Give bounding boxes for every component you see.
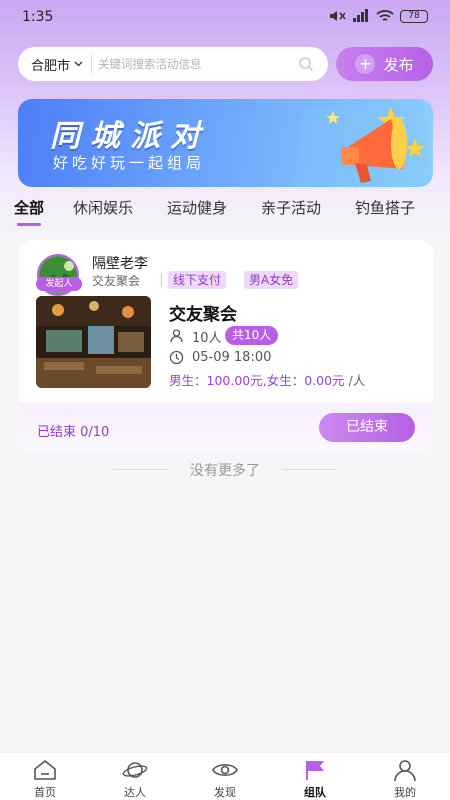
city-selector[interactable]: 合肥市	[18, 55, 83, 74]
status-time: 1:35	[22, 9, 54, 25]
nav-team-label: 组队	[304, 786, 326, 799]
event-price: 男生：100.00元,女生：0.00元 /人	[169, 370, 365, 389]
people-count: 10人	[192, 331, 222, 346]
battery-indicator: 78	[400, 9, 428, 23]
publish-button[interactable]: + 发布	[336, 47, 433, 81]
category-tabs: 全部 休闲娱乐 运动健身 亲子活动 钓鱼搭子	[0, 195, 450, 227]
chevron-down-icon	[74, 61, 83, 67]
city-label: 合肥市	[31, 58, 71, 74]
total-capacity-badge: 共10人	[225, 326, 279, 345]
bottom-nav: 首页 达人 发现 组队 我的	[0, 752, 450, 800]
price-value: 男生：100.00元,女生：0.00元	[169, 373, 345, 388]
status-icons: 78	[328, 9, 428, 23]
divider-right	[282, 469, 337, 470]
signal-icon	[353, 9, 368, 22]
promo-banner[interactable]: 同城派对 好吃好玩一起组局	[18, 99, 433, 187]
nav-home[interactable]: 首页	[10, 753, 80, 800]
wifi-icon	[376, 10, 394, 21]
tab-all[interactable]: 全部	[14, 197, 44, 218]
tab-leisure[interactable]: 休闲娱乐	[73, 197, 133, 218]
nav-talent[interactable]: 达人	[100, 753, 170, 800]
host-name: 隔壁老李	[92, 256, 148, 272]
event-time: 05-09 18:00	[192, 350, 272, 365]
mute-icon	[330, 11, 346, 21]
plus-icon: +	[355, 54, 376, 74]
eye-icon	[212, 763, 238, 777]
publish-label: 发布	[383, 55, 414, 74]
nav-discover[interactable]: 发现	[190, 753, 260, 800]
tag-payment: 线下支付	[168, 271, 227, 289]
tab-fishing[interactable]: 钓鱼搭子	[355, 197, 415, 218]
host-badge: 发起人	[36, 277, 82, 291]
people-icon	[170, 329, 183, 343]
event-title: 交友聚会	[169, 305, 237, 325]
ended-button[interactable]: 已结束	[319, 413, 415, 442]
banner-subtitle: 好吃好玩一起组局	[53, 154, 206, 172]
planet-icon	[122, 762, 148, 778]
tab-sports[interactable]: 运动健身	[167, 197, 227, 218]
tab-active-indicator	[17, 223, 41, 226]
megaphone-icon	[293, 99, 433, 187]
tab-family[interactable]: 亲子活动	[261, 197, 321, 218]
card-footer: 已结束 0/10 已结束	[19, 403, 433, 452]
list-end-text: 没有更多了	[190, 463, 260, 479]
search-input[interactable]	[98, 57, 279, 71]
nav-talent-label: 达人	[124, 786, 146, 799]
nav-mine[interactable]: 我的	[370, 753, 440, 800]
status-bar: 1:35 78	[0, 0, 450, 34]
price-unit: /人	[348, 373, 366, 388]
home-icon	[34, 760, 56, 780]
search-bar: 合肥市	[18, 47, 328, 81]
person-icon	[394, 760, 416, 782]
search-icon[interactable]	[298, 56, 314, 72]
host-category: 交友聚会	[92, 274, 141, 288]
nav-mine-label: 我的	[394, 786, 416, 799]
banner-title: 同城派对	[50, 119, 210, 154]
nav-home-label: 首页	[34, 786, 56, 799]
nav-discover-label: 发现	[214, 786, 236, 799]
search-divider	[91, 55, 93, 73]
flag-icon	[306, 761, 324, 780]
tag-pricing: 男A女免	[244, 271, 299, 289]
event-photo[interactable]	[36, 296, 151, 388]
event-status: 已结束 0/10	[37, 425, 110, 440]
nav-team[interactable]: 组队	[280, 753, 350, 800]
clock-icon	[169, 350, 184, 365]
meta-divider	[161, 273, 162, 287]
